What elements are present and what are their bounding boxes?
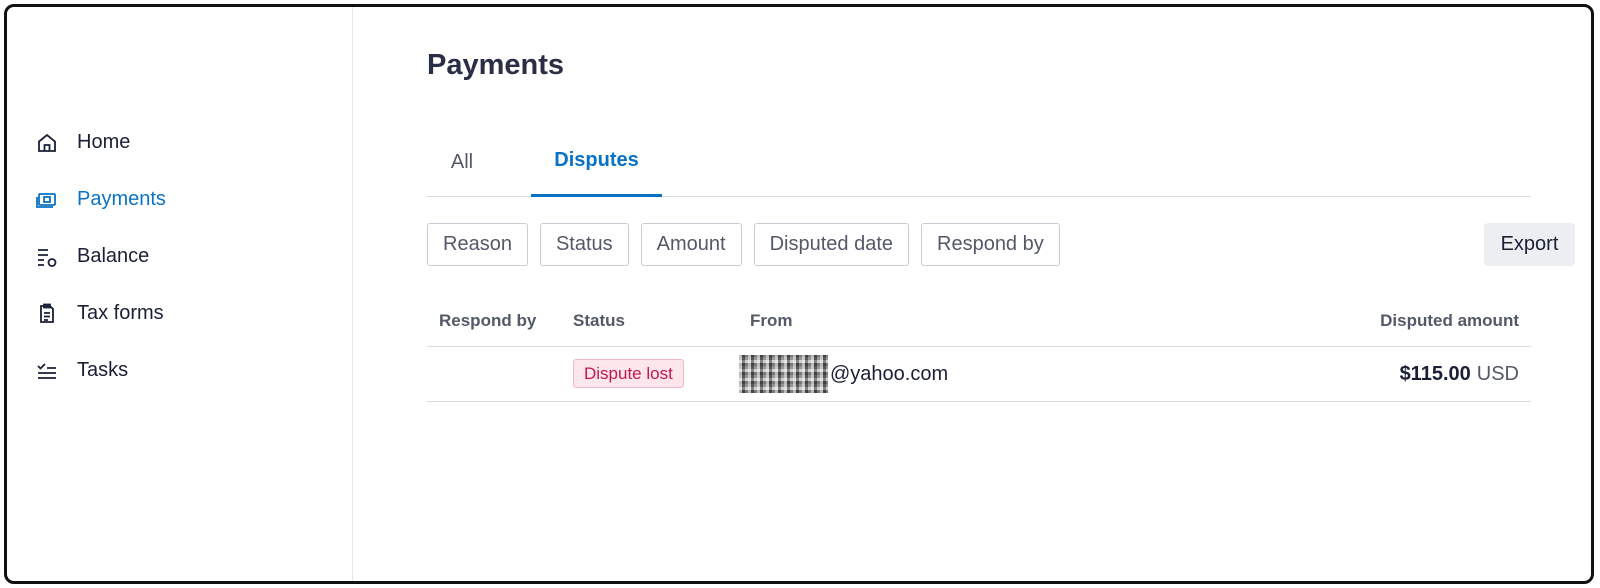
- sidebar-item-label: Payments: [77, 188, 166, 210]
- filter-respond-by-button[interactable]: Respond by: [921, 223, 1060, 266]
- amount-currency: USD: [1476, 363, 1519, 385]
- amount-value: $115.00: [1399, 363, 1471, 385]
- status-badge: Dispute lost: [573, 359, 684, 388]
- column-header-respond-by[interactable]: Respond by: [439, 295, 536, 347]
- disputed-amount-cell: $115.00 USD: [1400, 347, 1519, 402]
- column-header-disputed-amount[interactable]: Disputed amount: [1380, 295, 1519, 347]
- sidebar-item-home[interactable]: Home: [33, 114, 166, 171]
- table-row[interactable]: Dispute lost @yahoo.com $115.00 USD: [427, 347, 1531, 402]
- column-header-from[interactable]: From: [750, 295, 793, 347]
- tab-disputes[interactable]: Disputes: [531, 127, 662, 197]
- sidebar-nav: Home Payments Balance Tax forms Tasks: [33, 114, 166, 399]
- sidebar-item-balance[interactable]: Balance: [33, 228, 166, 285]
- column-header-status[interactable]: Status: [573, 295, 625, 347]
- tasks-icon: [33, 357, 61, 385]
- filter-status-button[interactable]: Status: [539, 223, 629, 266]
- app-window: Home Payments Balance Tax forms Tasks Pa…: [4, 4, 1594, 584]
- balance-icon: [33, 243, 61, 271]
- filter-disputed-date-button[interactable]: Disputed date: [753, 223, 909, 266]
- sidebar-item-label: Tax forms: [77, 302, 164, 324]
- filter-bar: Reason Status Amount Disputed date Respo…: [427, 223, 1072, 266]
- table-header: Respond by Status From Disputed amount: [427, 295, 1531, 347]
- sidebar-item-tax-forms[interactable]: Tax forms: [33, 285, 166, 342]
- sidebar-item-label: Balance: [77, 245, 150, 267]
- export-button[interactable]: Export: [1484, 223, 1575, 266]
- filter-amount-button[interactable]: Amount: [640, 223, 742, 266]
- page-title: Payments: [427, 49, 565, 81]
- home-icon: [33, 129, 61, 157]
- sidebar-item-payments[interactable]: Payments: [33, 171, 166, 228]
- main-content: Payments All Disputes Reason Status Amou…: [427, 7, 1591, 581]
- sidebar-item-label: Home: [77, 131, 131, 153]
- sidebar-item-label: Tasks: [77, 359, 129, 381]
- sidebar-item-tasks[interactable]: Tasks: [33, 342, 166, 399]
- redacted-email-image: [739, 355, 828, 393]
- disputes-table: Respond by Status From Disputed amount D…: [427, 295, 1531, 402]
- tax-forms-icon: [33, 300, 61, 328]
- payments-icon: [33, 186, 61, 214]
- from-cell: @yahoo.com: [739, 355, 948, 393]
- sidebar: Home Payments Balance Tax forms Tasks: [7, 7, 353, 581]
- email-domain: @yahoo.com: [830, 362, 949, 385]
- tab-bar: All Disputes: [427, 127, 1531, 197]
- tab-all[interactable]: All: [427, 127, 497, 197]
- filter-reason-button[interactable]: Reason: [427, 223, 528, 266]
